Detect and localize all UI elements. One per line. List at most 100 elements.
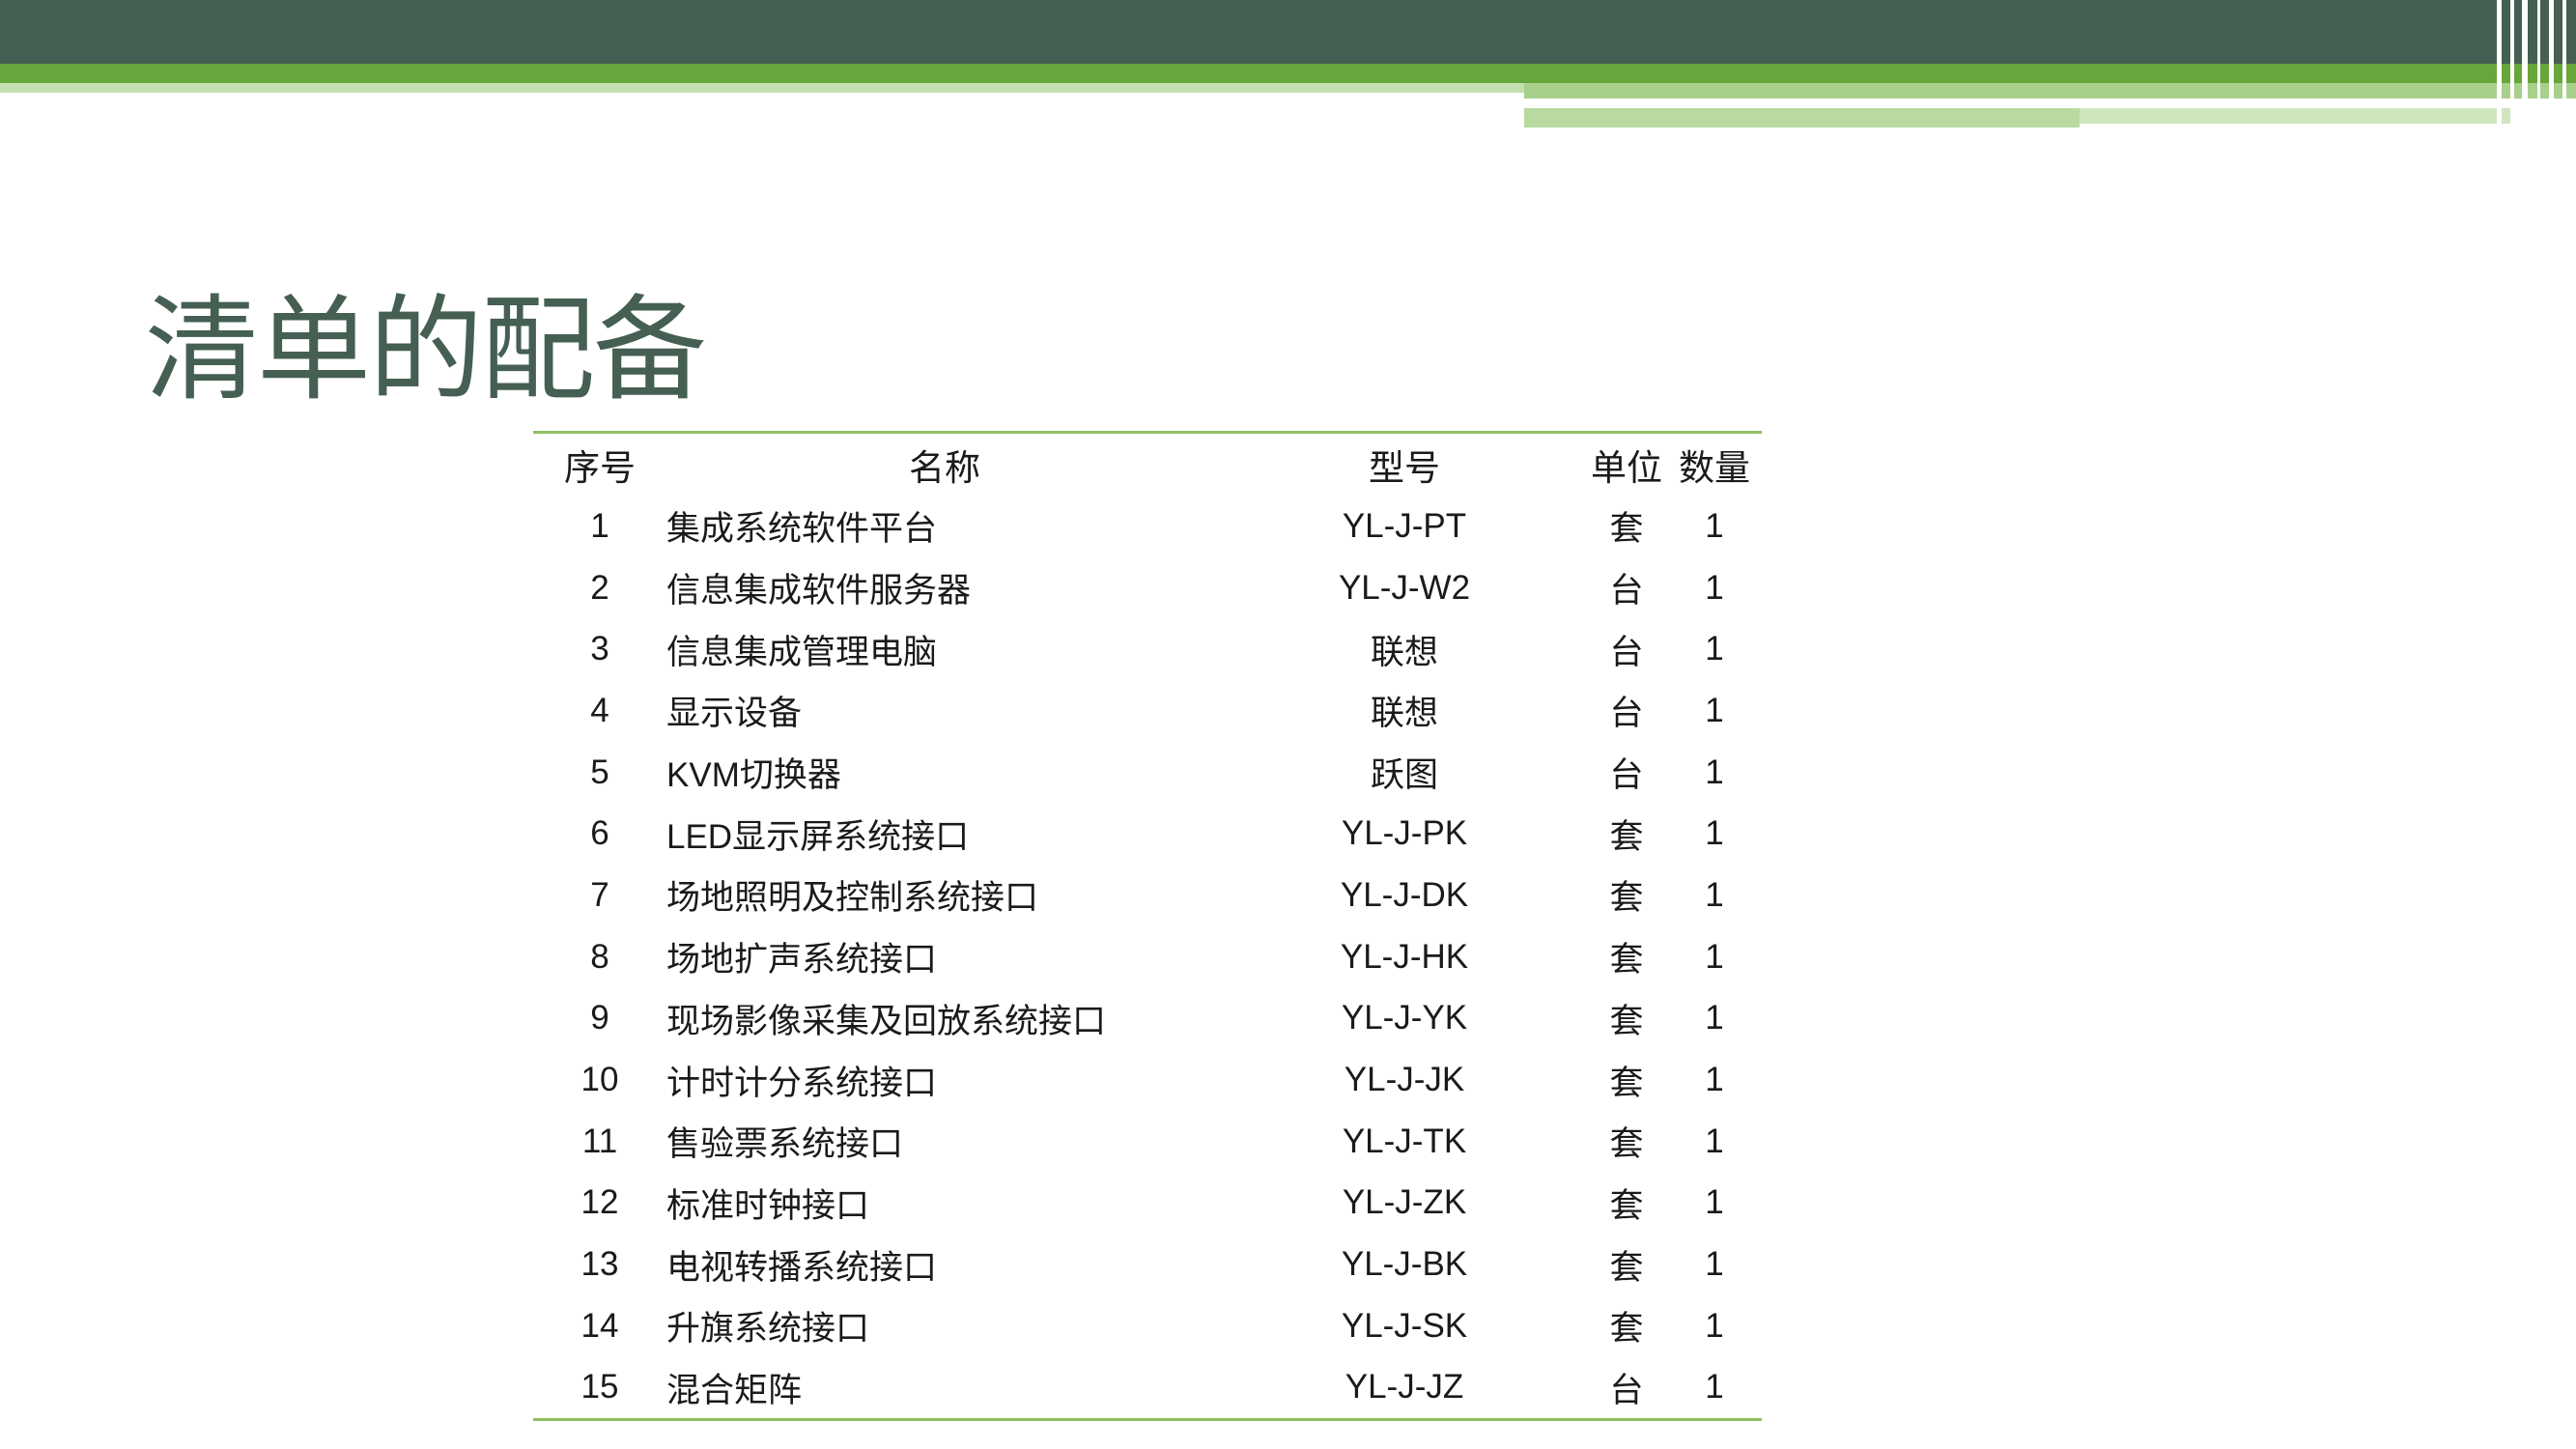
- row-name: 电视转播系统接口: [666, 1248, 938, 1287]
- header-bar-dark: [0, 0, 2576, 64]
- row-name: 售验票系统接口: [666, 1125, 904, 1164]
- row-qty: 1: [1705, 568, 1724, 607]
- row-unit: 台: [1609, 633, 1644, 671]
- header-bar-divider: [1524, 102, 2386, 106]
- row-no: 2: [590, 568, 609, 607]
- row-model: YL-J-BK: [1341, 1245, 1468, 1284]
- header-model: 型号: [1369, 448, 1440, 488]
- table-row: 6 LED显示屏系统接口 YL-J-PK 套 1: [533, 803, 1762, 865]
- row-no: 9: [590, 999, 609, 1037]
- row-model: 联想: [1370, 633, 1438, 671]
- row-unit: 套: [1609, 1125, 1644, 1164]
- row-qty: 1: [1705, 814, 1724, 853]
- header-no: 序号: [564, 448, 636, 488]
- row-unit: 台: [1609, 756, 1644, 795]
- table-row: 2 信息集成软件服务器 YL-J-W2 台 1: [533, 557, 1762, 619]
- row-qty: 1: [1705, 630, 1724, 668]
- row-model: 联想: [1370, 695, 1438, 733]
- header-bar-pale-right: [2080, 108, 2514, 124]
- header-bar-light-right: [1524, 83, 2576, 99]
- row-name: 场地扩声系统接口: [666, 941, 938, 980]
- row-no: 15: [580, 1368, 619, 1406]
- row-model: YL-J-JK: [1344, 1061, 1465, 1099]
- table-row: 3 信息集成管理电脑 联想 台 1: [533, 618, 1762, 680]
- row-qty: 1: [1705, 1061, 1724, 1099]
- row-name: 信息集成软件服务器: [666, 572, 972, 611]
- row-qty: 1: [1705, 1368, 1724, 1406]
- row-unit: 套: [1609, 879, 1644, 918]
- row-name: 标准时钟接口: [666, 1186, 870, 1225]
- row-no: 12: [580, 1183, 619, 1222]
- table-row: 11 售验票系统接口 YL-J-TK 套 1: [533, 1111, 1762, 1173]
- table-row: 4 显示设备 联想 台 1: [533, 680, 1762, 742]
- header-bar-pale-left: [1524, 108, 2080, 128]
- row-model: YL-J-PK: [1341, 814, 1468, 853]
- row-model: YL-J-W2: [1338, 568, 1471, 607]
- row-no: 11: [581, 1122, 618, 1160]
- row-name: LED显示屏系统接口: [666, 817, 970, 856]
- row-qty: 1: [1705, 1306, 1724, 1345]
- row-model: YL-J-TK: [1342, 1122, 1467, 1160]
- row-unit: 套: [1609, 510, 1644, 549]
- row-model: YL-J-DK: [1340, 875, 1469, 914]
- row-name: 混合矩阵: [666, 1371, 803, 1409]
- header-name: 名称: [909, 448, 980, 488]
- row-name: 现场影像采集及回放系统接口: [666, 1002, 1107, 1040]
- row-model: YL-J-HK: [1340, 937, 1469, 976]
- table-body: 1 集成系统软件平台 YL-J-PT 套 1 2 信息集成软件服务器 YL-J-W2 台 1 3 信息…: [533, 496, 1762, 1418]
- table-row: 13 电视转播系统接口 YL-J-BK 套 1: [533, 1234, 1762, 1295]
- table-row: 9 现场影像采集及回放系统接口 YL-J-YK 套 1: [533, 988, 1762, 1050]
- row-unit: 台: [1609, 572, 1644, 611]
- row-model: YL-J-YK: [1341, 999, 1468, 1037]
- row-name: 显示设备: [666, 695, 803, 733]
- table-row: 5 KVM切换器 跃图 台 1: [533, 742, 1762, 804]
- table-row: 7 场地照明及控制系统接口 YL-J-DK 套 1: [533, 865, 1762, 926]
- row-qty: 1: [1705, 999, 1724, 1037]
- row-qty: 1: [1705, 1122, 1724, 1160]
- row-no: 7: [590, 875, 609, 914]
- header-bar-green: [0, 64, 2576, 83]
- table-bottom-rule: [533, 1418, 1762, 1422]
- row-unit: 套: [1609, 1002, 1644, 1040]
- row-unit: 套: [1609, 1064, 1644, 1102]
- header-unit: 单位: [1591, 448, 1662, 488]
- row-model: YL-J-PT: [1342, 506, 1467, 545]
- row-no: 6: [590, 814, 609, 853]
- row-name: 场地照明及控制系统接口: [666, 879, 1039, 918]
- row-model: 跃图: [1370, 756, 1438, 795]
- table-header-row: 序号 名称 型号 单位 数量: [533, 434, 1762, 496]
- row-unit: 套: [1609, 1310, 1644, 1349]
- row-unit: 套: [1609, 817, 1644, 856]
- row-qty: 1: [1705, 875, 1724, 914]
- row-no: 5: [590, 753, 609, 791]
- row-qty: 1: [1705, 1183, 1724, 1222]
- row-qty: 1: [1705, 691, 1724, 729]
- row-name: 集成系统软件平台: [666, 510, 938, 549]
- row-name: 升旗系统接口: [666, 1310, 870, 1349]
- row-unit: 套: [1609, 1186, 1644, 1225]
- row-model: YL-J-ZK: [1342, 1183, 1467, 1222]
- header-stripes-decoration: [2489, 0, 2576, 130]
- equipment-table: 序号 名称 型号 单位 数量 1 集成系统软件平台 YL-J-PT 套 1 2 信息集成软件…: [533, 431, 1762, 1422]
- row-name: 信息集成管理电脑: [666, 633, 938, 671]
- row-qty: 1: [1705, 1245, 1724, 1284]
- row-no: 8: [590, 937, 609, 976]
- table-row: 8 场地扩声系统接口 YL-J-HK 套 1: [533, 926, 1762, 988]
- table-row: 1 集成系统软件平台 YL-J-PT 套 1: [533, 496, 1762, 557]
- row-qty: 1: [1705, 937, 1724, 976]
- table-row: 14 升旗系统接口 YL-J-SK 套 1: [533, 1295, 1762, 1357]
- header-bar-light-left: [0, 83, 1524, 93]
- row-no: 13: [580, 1245, 619, 1284]
- row-no: 14: [580, 1306, 619, 1345]
- row-qty: 1: [1705, 753, 1724, 791]
- row-no: 1: [590, 506, 609, 545]
- table-row: 15 混合矩阵 YL-J-JZ 台 1: [533, 1357, 1762, 1419]
- row-name: KVM切换器: [666, 756, 841, 795]
- table-row: 10 计时计分系统接口 YL-J-JK 套 1: [533, 1049, 1762, 1111]
- row-name: 计时计分系统接口: [666, 1064, 938, 1102]
- row-no: 10: [580, 1061, 619, 1099]
- header-qty: 数量: [1679, 448, 1750, 488]
- row-model: YL-J-SK: [1341, 1306, 1468, 1345]
- row-unit: 台: [1609, 695, 1644, 733]
- row-unit: 套: [1609, 941, 1644, 980]
